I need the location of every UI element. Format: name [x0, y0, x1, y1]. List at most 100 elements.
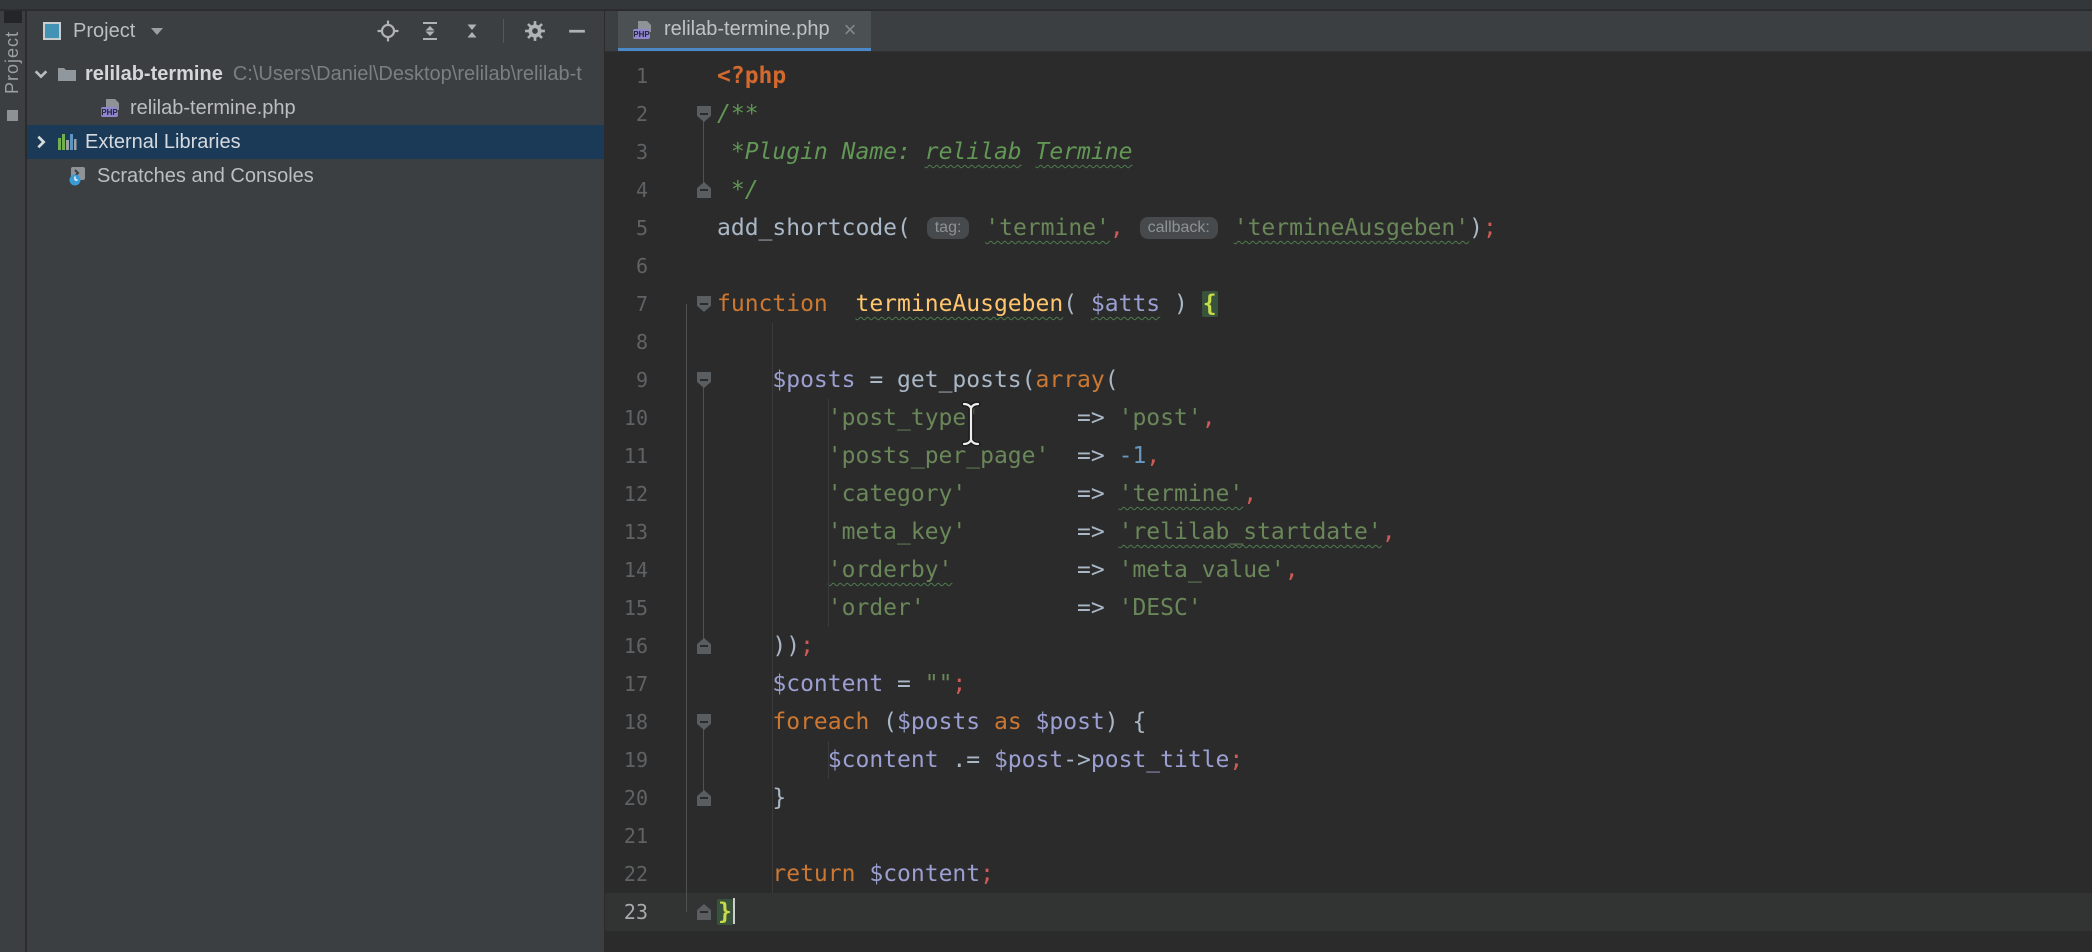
tab-relilab-termine-php[interactable]: PHP relilab-termine.php × [618, 11, 871, 51]
line-number[interactable]: 18 [605, 703, 648, 741]
line-number[interactable]: 2 [605, 95, 648, 133]
code-text[interactable]: add_shortcode( tag: 'termine', callback:… [711, 209, 1497, 247]
line-number[interactable]: 12 [605, 475, 648, 513]
line-number[interactable]: 6 [605, 247, 648, 285]
line-number[interactable]: 20 [605, 779, 648, 817]
code-line[interactable]: 7 function termineAusgeben( $atts ) { [605, 285, 2092, 323]
code-token: 'post' [1119, 405, 1202, 431]
code-line[interactable]: 5 add_shortcode( tag: 'termine', callback… [605, 209, 2092, 247]
code-text[interactable]: 'category' => 'termine', [711, 475, 1257, 513]
code-text[interactable]: $content = ""; [711, 665, 966, 703]
code-editor[interactable]: 1<?php2/**3 *Plugin Name: relilab Termin… [605, 53, 2092, 952]
code-line[interactable]: 16 )); [605, 627, 2092, 665]
tree-item-external-libraries[interactable]: External Libraries [27, 125, 604, 159]
tree-item-project-root[interactable]: relilab-termine C:\Users\Daniel\Desktop\… [27, 57, 604, 91]
code-line[interactable]: 11 'posts_per_page' => -1, [605, 437, 2092, 475]
scratches-icon [67, 165, 89, 187]
php-file-icon: PHP [632, 19, 654, 41]
code-line[interactable]: 12 'category' => 'termine', [605, 475, 2092, 513]
code-line[interactable]: 23} [605, 893, 2092, 931]
code-text[interactable]: 'post_type' => 'post', [711, 399, 1216, 437]
collapse-all-icon[interactable] [461, 20, 483, 42]
code-line[interactable]: 21 [605, 817, 2092, 855]
code-line[interactable]: 8 [605, 323, 2092, 361]
fold-end-icon[interactable] [697, 904, 711, 920]
code-line[interactable]: 10 'post_type' => 'post', [605, 399, 2092, 437]
line-number[interactable]: 4 [605, 171, 648, 209]
code-text[interactable]: function termineAusgeben( $atts ) { [711, 285, 1218, 323]
line-number[interactable]: 16 [605, 627, 648, 665]
line-number[interactable]: 9 [605, 361, 648, 399]
code-line[interactable]: 3 *Plugin Name: relilab Termine [605, 133, 2092, 171]
tree-item-php-file[interactable]: PHP relilab-termine.php [27, 91, 604, 125]
line-number[interactable]: 15 [605, 589, 648, 627]
locate-icon[interactable] [377, 20, 399, 42]
code-line[interactable]: 2 /** [605, 95, 2092, 133]
code-text[interactable]: } [711, 779, 786, 817]
line-number[interactable]: 1 [605, 57, 648, 95]
code-text[interactable]: foreach ($posts as $post) { [711, 703, 1146, 741]
code-text[interactable]: 'orderby' => 'meta_value', [711, 551, 1299, 589]
code-token [717, 557, 828, 583]
project-stripe-button[interactable]: Project [2, 31, 23, 94]
fold-start-icon[interactable] [697, 296, 711, 312]
code-text[interactable]: return $content; [711, 855, 994, 893]
code-line[interactable]: 20 } [605, 779, 2092, 817]
code-line[interactable]: 4 */ [605, 171, 2092, 209]
fold-end-icon[interactable] [697, 638, 711, 654]
code-token: $content [828, 747, 939, 773]
line-number[interactable]: 10 [605, 399, 648, 437]
fold-start-icon[interactable] [697, 372, 711, 388]
code-line[interactable]: 14 'orderby' => 'meta_value', [605, 551, 2092, 589]
code-text[interactable]: */ [711, 171, 759, 209]
line-number[interactable]: 11 [605, 437, 648, 475]
line-number[interactable]: 21 [605, 817, 648, 855]
code-line[interactable]: 1 <?php [605, 57, 2092, 95]
code-line[interactable]: 13 'meta_key' => 'relilab_startdate', [605, 513, 2092, 551]
line-number[interactable]: 5 [605, 209, 648, 247]
fold-start-icon[interactable] [697, 714, 711, 730]
tree-item-scratches[interactable]: Scratches and Consoles [27, 159, 604, 193]
code-text[interactable]: 'posts_per_page' => -1, [711, 437, 1160, 475]
line-number[interactable]: 8 [605, 323, 648, 361]
code-token: => [1049, 443, 1118, 469]
code-text[interactable]: $content .= $post->post_title; [711, 741, 1243, 779]
line-number[interactable]: 22 [605, 855, 648, 893]
fold-end-icon[interactable] [697, 790, 711, 806]
code-text[interactable]: 'meta_key' => 'relilab_startdate', [711, 513, 1396, 551]
code-line[interactable]: 22 return $content; [605, 855, 2092, 893]
line-number[interactable]: 13 [605, 513, 648, 551]
code-text[interactable]: } [711, 893, 735, 931]
tool-window-button-icon[interactable] [7, 110, 18, 121]
line-number[interactable]: 3 [605, 133, 648, 171]
fold-end-icon[interactable] [697, 182, 711, 198]
chevron-down-icon[interactable] [33, 66, 49, 82]
code-text[interactable]: *Plugin Name: relilab Termine [711, 133, 1132, 171]
line-number[interactable]: 7 [605, 285, 648, 323]
settings-gear-icon[interactable] [524, 20, 546, 42]
code-line[interactable]: 9 $posts = get_posts(array( [605, 361, 2092, 399]
code-text[interactable]: )); [711, 627, 814, 665]
line-number[interactable]: 14 [605, 551, 648, 589]
line-number[interactable]: 23 [605, 893, 648, 931]
hide-panel-icon[interactable] [566, 20, 588, 42]
code-text[interactable]: 'order' => 'DESC' [711, 589, 1202, 627]
code-line[interactable]: 17 $content = ""; [605, 665, 2092, 703]
code-text[interactable]: $posts = get_posts(array( [711, 361, 1119, 399]
code-text[interactable]: <?php [711, 57, 786, 95]
line-number[interactable]: 19 [605, 741, 648, 779]
code-line[interactable]: 6 [605, 247, 2092, 285]
expand-all-icon[interactable] [419, 20, 441, 42]
close-icon[interactable]: × [844, 19, 857, 41]
chevron-down-icon[interactable] [151, 28, 163, 35]
code-line[interactable]: 19 $content .= $post->post_title; [605, 741, 2092, 779]
chevron-right-icon[interactable] [33, 134, 49, 150]
code-token: } [717, 899, 733, 925]
code-token: Termine [1036, 139, 1133, 165]
line-number[interactable]: 17 [605, 665, 648, 703]
code-line[interactable]: 15 'order' => 'DESC' [605, 589, 2092, 627]
code-text[interactable]: /** [711, 95, 759, 133]
project-panel-header: Project [27, 11, 604, 51]
fold-start-icon[interactable] [697, 106, 711, 122]
code-line[interactable]: 18 foreach ($posts as $post) { [605, 703, 2092, 741]
